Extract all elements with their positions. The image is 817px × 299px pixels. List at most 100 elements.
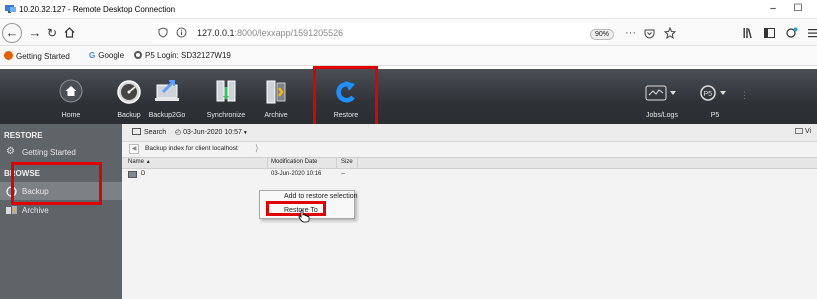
- backup2go-icon: [155, 80, 179, 101]
- column-header-size[interactable]: Size: [341, 159, 353, 165]
- breadcrumb-label[interactable]: Backup index for client localhost: [145, 145, 238, 152]
- column-divider[interactable]: [336, 158, 337, 169]
- drive-icon: [128, 171, 137, 178]
- toolbar-backup2go-button[interactable]: Backup2Go: [146, 69, 188, 124]
- restore-highlight-box: [313, 66, 378, 127]
- firefox-icon: [4, 51, 13, 60]
- bookmark-p5-login[interactable]: P5 Login: SD32127W19: [134, 51, 231, 60]
- toolbar-label: P5: [710, 112, 720, 119]
- archive-small-icon: [6, 206, 17, 214]
- toolbar-home-button[interactable]: Home: [49, 69, 93, 124]
- toolbar-label: Jobs/Logs: [646, 112, 678, 119]
- toolbar-label: Backup: [117, 112, 141, 119]
- breadcrumb-back-icon[interactable]: ◀: [129, 144, 139, 154]
- sidebar-item-label: Archive: [22, 206, 49, 215]
- minimize-button[interactable]: –: [766, 2, 780, 16]
- sidebar-item-label: Getting Started: [22, 148, 76, 157]
- home-icon: [59, 79, 83, 103]
- view-label: Vi: [805, 128, 812, 135]
- toolbar-label: Archive: [264, 112, 288, 119]
- google-icon: G: [89, 51, 96, 60]
- bookmark-label: Getting Started: [16, 52, 70, 61]
- sort-icon: ▲: [145, 159, 151, 165]
- gear-icon: ⚙: [6, 146, 15, 157]
- breadcrumb: ◀ Backup index for client localhost ⟩: [122, 142, 817, 157]
- search-button[interactable]: Search: [132, 128, 166, 136]
- date-selector[interactable]: ◴ 03-Jun-2020 10:57▼: [175, 128, 248, 136]
- sidebar-item-getting-started[interactable]: ⚙ Getting Started: [0, 143, 122, 161]
- column-header-label: Name: [128, 159, 145, 165]
- row-size: --: [341, 171, 345, 177]
- column-header-modified[interactable]: Modification Date: [271, 159, 317, 165]
- breadcrumb-chevron-icon: ⟩: [255, 143, 259, 153]
- svg-text:P5: P5: [704, 91, 713, 98]
- pocket-icon[interactable]: [644, 28, 655, 39]
- back-button[interactable]: ←: [2, 23, 22, 43]
- main-content: Search ◴ 03-Jun-2020 10:57▼ Vi ◀ Backup i…: [122, 124, 817, 299]
- row-name: D: [141, 171, 146, 177]
- hand-cursor-icon: [298, 209, 310, 223]
- info-icon[interactable]: [176, 27, 187, 38]
- p5-icon: P5: [700, 85, 726, 101]
- home-nav-icon[interactable]: [64, 27, 75, 38]
- bookmark-label: P5 Login: SD32127W19: [145, 51, 231, 60]
- browse-highlight-box: [11, 162, 102, 205]
- search-icon: [132, 128, 141, 135]
- date-selector-label: 03-Jun-2020 10:57: [183, 129, 242, 136]
- maximize-button[interactable]: ☐: [791, 2, 805, 16]
- chevron-down-icon: ▼: [242, 130, 248, 136]
- toolbar-jobs-logs-button[interactable]: Jobs/Logs: [636, 69, 688, 124]
- content-toolbar: Search ◴ 03-Jun-2020 10:57▼ Vi: [122, 124, 817, 142]
- remote-desktop-window: 10.20.32.127 - Remote Desktop Connection…: [0, 0, 817, 299]
- column-divider[interactable]: [357, 158, 358, 169]
- title-bar: 10.20.32.127 - Remote Desktop Connection…: [0, 0, 817, 19]
- archive-icon: [266, 80, 286, 104]
- shield-icon[interactable]: [158, 27, 168, 38]
- restore-to-highlight-box: [266, 201, 326, 216]
- bookmark-star-icon[interactable]: [664, 27, 676, 39]
- column-header-name[interactable]: Name ▲: [128, 159, 151, 165]
- search-label: Search: [144, 129, 167, 136]
- menu-item-add-to-restore-selection[interactable]: Add to restore selection: [284, 193, 358, 200]
- window-title: 10.20.32.127 - Remote Desktop Connection: [19, 5, 176, 14]
- bookmark-google[interactable]: G Google: [89, 51, 124, 60]
- library-icon[interactable]: [743, 28, 754, 38]
- browser-nav-bar: ← → ↻ 127.0.0.1:8000/lexxapp/1591205526 …: [0, 19, 817, 46]
- p5-bookmark-icon: [134, 51, 142, 59]
- toolbar-label: Home: [61, 112, 81, 119]
- view-icon: [795, 128, 803, 134]
- url-host: 127.0.0.1: [197, 28, 235, 38]
- toolbar-backup-button[interactable]: Backup: [108, 69, 150, 124]
- table-row[interactable]: D 03-Jun-2020 10:16 --: [122, 169, 817, 181]
- sidebar: RESTORE ⚙ Getting Started BROWSE Backup …: [0, 124, 122, 299]
- menu-icon[interactable]: [808, 28, 817, 38]
- toolbar-p5-button[interactable]: P5 P5: [695, 69, 735, 124]
- bookmark-label: Google: [98, 51, 125, 60]
- table-header: Name ▲ Modification Date Size: [122, 157, 817, 169]
- sidebar-toggle-icon[interactable]: [764, 28, 775, 38]
- zoom-badge[interactable]: 90%: [590, 29, 615, 40]
- extension-icon[interactable]: [786, 27, 798, 39]
- backup-icon: [117, 80, 141, 104]
- reload-icon[interactable]: ↻: [42, 23, 62, 43]
- toolbar-label: Backup2Go: [148, 112, 186, 119]
- jobs-logs-icon: [645, 85, 676, 101]
- sidebar-section-restore: RESTORE: [4, 131, 43, 140]
- url-text: 127.0.0.1:8000/lexxapp/1591205526: [197, 28, 343, 38]
- toolbar-label: Synchronize: [206, 112, 246, 119]
- bookmarks-bar: Getting Started G Google P5 Login: SD3212…: [0, 46, 817, 66]
- column-divider[interactable]: [267, 158, 268, 169]
- synchronize-icon: [216, 80, 236, 102]
- row-modified: 03-Jun-2020 10:16: [271, 171, 322, 177]
- page-actions-icon[interactable]: ···: [625, 27, 636, 39]
- toolbar-synchronize-button[interactable]: Synchronize: [203, 69, 249, 124]
- bookmark-getting-started[interactable]: Getting Started: [4, 51, 70, 61]
- app-toolbar: Home Backup Backup2Go Synchronize Archiv…: [0, 69, 817, 124]
- clock-icon: ◴: [175, 129, 182, 136]
- toolbar-overflow-icon[interactable]: ⋮: [740, 90, 749, 101]
- url-path: :8000/lexxapp/1591205526: [234, 28, 344, 38]
- remote-desktop-icon: [5, 5, 16, 13]
- url-bar[interactable]: 127.0.0.1:8000/lexxapp/1591205526 90% ··…: [152, 22, 676, 43]
- toolbar-archive-button[interactable]: Archive: [258, 69, 294, 124]
- view-button[interactable]: Vi: [795, 128, 811, 135]
